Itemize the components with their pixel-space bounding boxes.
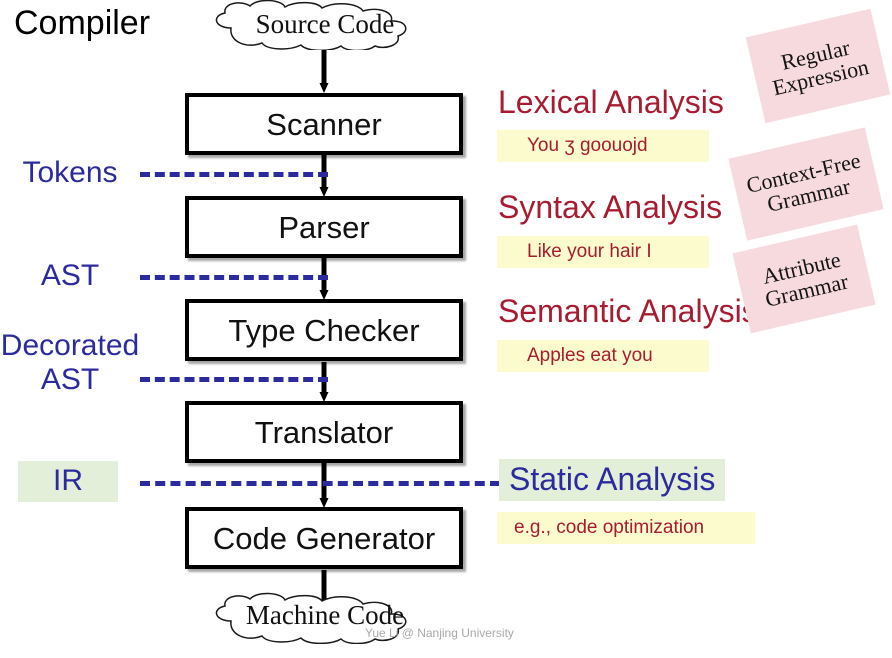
- phase-title-lexical-analysis: Lexical Analysis: [498, 84, 724, 120]
- watermark-attribution: Yue Li @ Nanjing University: [365, 626, 514, 640]
- phase-example-text: You ʒ goouojd: [527, 135, 648, 156]
- formalism-tag-regular-expression: Regular Expression: [745, 8, 891, 124]
- diagram-title: Compiler: [14, 4, 151, 42]
- stage-box-scanner[interactable]: Scanner: [185, 93, 463, 155]
- phase-title-static-analysis: Static Analysis: [499, 459, 726, 501]
- formalism-tag-context-free-grammar: Context-Free Grammar: [728, 127, 884, 241]
- ir-divider: [140, 481, 500, 486]
- ir-label-decorated-ast: Decorated AST: [0, 329, 140, 397]
- stage-box-type-checker[interactable]: Type Checker: [185, 299, 463, 361]
- phase-example-lexical: You ʒ goouojd: [497, 130, 709, 162]
- stage-label: Type Checker: [228, 312, 420, 348]
- stage-label: Parser: [278, 209, 370, 245]
- stage-box-code-generator[interactable]: Code Generator: [185, 507, 463, 569]
- source-code-cloud: Source Code: [195, 0, 455, 50]
- ast-divider: [140, 275, 328, 280]
- stage-label: Scanner: [266, 106, 382, 142]
- tokens-divider: [140, 172, 328, 177]
- source-code-label: Source Code: [255, 9, 395, 39]
- stage-box-translator[interactable]: Translator: [185, 401, 463, 463]
- stage-box-parser[interactable]: Parser: [185, 196, 463, 258]
- phase-example-text: Like your hair I: [527, 241, 652, 262]
- phase-example-syntax: Like your hair I: [497, 236, 709, 268]
- ir-label-ir: IR: [18, 461, 118, 502]
- stage-label: Translator: [254, 414, 394, 450]
- formalism-tag-attribute-grammar: Attribute Grammar: [732, 224, 876, 334]
- phase-title-syntax-analysis: Syntax Analysis: [498, 189, 723, 225]
- phase-example-semantic: Apples eat you: [497, 340, 709, 372]
- ir-label-tokens: Tokens: [22, 156, 118, 189]
- compiler-pipeline-diagram: Compiler Source Code Scanner Parser Type…: [0, 0, 892, 658]
- ir-label-decorated-ast-line2: AST: [40, 363, 100, 396]
- phase-example-text: e.g., code optimization: [514, 517, 705, 538]
- phase-example-text: Apples eat you: [527, 345, 653, 366]
- phase-title-semantic-analysis: Semantic Analysis: [498, 293, 758, 329]
- stage-label: Code Generator: [212, 520, 436, 556]
- ir-label-decorated-ast-line1: Decorated: [0, 329, 140, 362]
- phase-example-static: e.g., code optimization: [497, 512, 755, 544]
- decorated-ast-divider: [140, 377, 328, 382]
- ir-label-ast: AST: [40, 259, 100, 292]
